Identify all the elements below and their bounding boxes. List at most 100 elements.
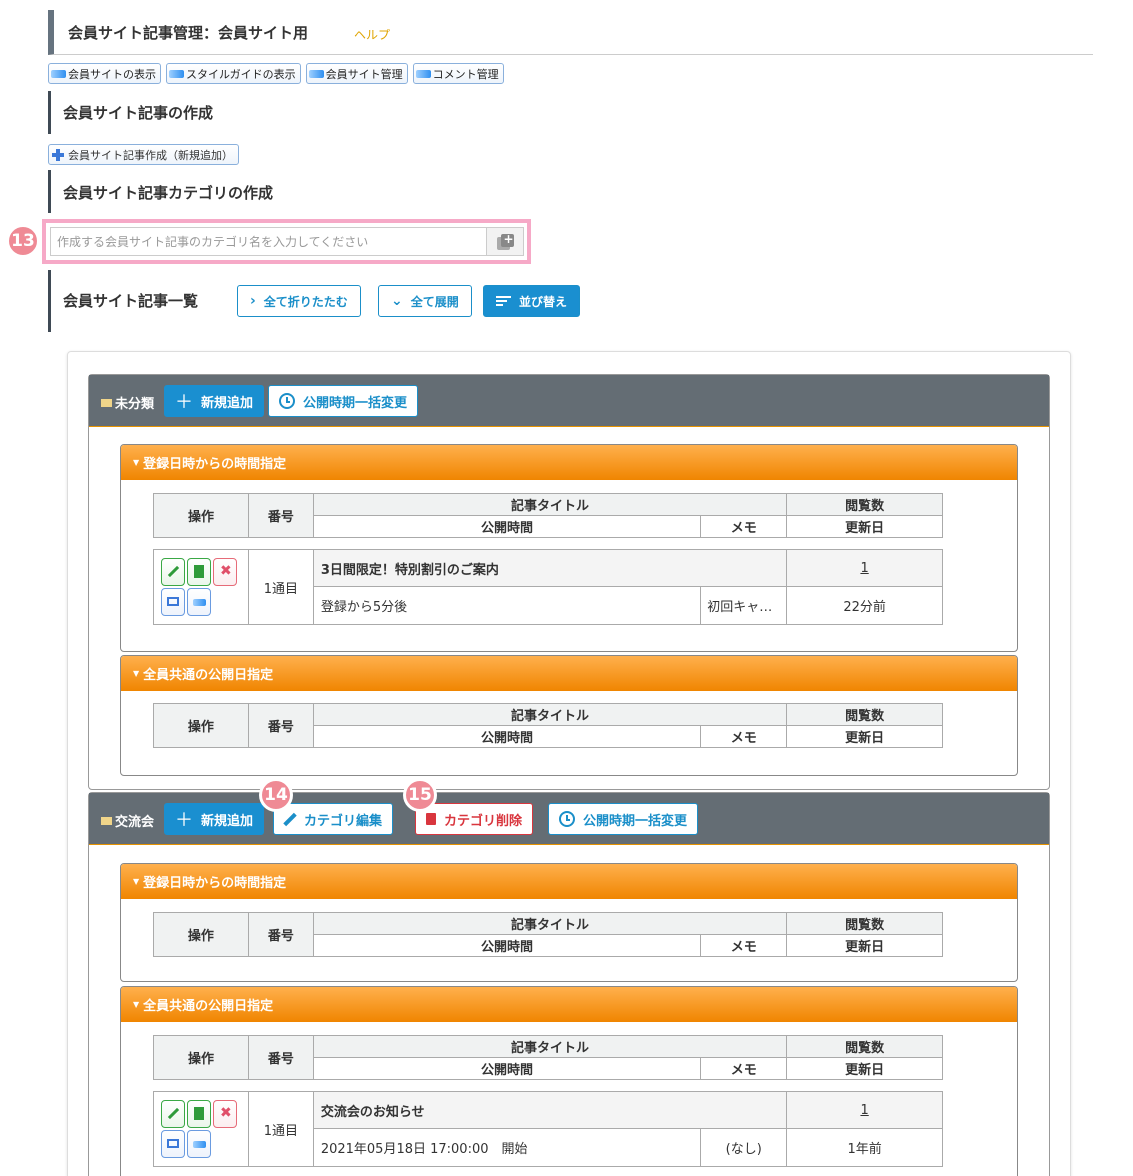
arrow-right-icon xyxy=(308,69,324,78)
article-memo: (なし) xyxy=(700,1128,788,1167)
member-site-admin-button[interactable]: 会員サイト管理 xyxy=(305,63,408,84)
button-label: 会員サイト記事作成（新規追加） xyxy=(68,148,233,162)
step-badge-14: 14 xyxy=(259,778,293,812)
article-number: 1通目 xyxy=(247,549,314,625)
plus-icon: ＋ xyxy=(175,810,193,831)
preview-article-button[interactable] xyxy=(161,588,185,616)
col-updated: 更新日 xyxy=(786,1057,943,1080)
section-title: 会員サイト記事一覧 xyxy=(63,292,199,310)
group-header[interactable]: ▼ 全員共通の公開日指定 xyxy=(121,987,1017,1022)
article-pub-time: 登録から5分後 xyxy=(312,586,702,625)
caret-down-icon: ▼ xyxy=(133,458,140,467)
arrow-right-icon xyxy=(415,69,431,78)
view-style-guide-button[interactable]: スタイルガイドの表示 xyxy=(166,63,301,84)
article-table: 操作 番号 記事タイトル 閲覧数 公開時間 メモ 更新日 xyxy=(153,703,943,748)
edit-category-button[interactable]: カテゴリ編集 xyxy=(273,803,394,835)
bulk-publish-change-button[interactable]: 公開時期一括変更 xyxy=(268,385,419,417)
view-member-site-button[interactable]: 会員サイトの表示 xyxy=(48,63,161,84)
group-common-publish-date: ▼ 全員共通の公開日指定 操作 番号 記事タイトル 閲覧数 公開時間 メモ 更新日… xyxy=(120,986,1018,1176)
help-link[interactable]: ヘルプ xyxy=(354,26,390,43)
expand-all-button[interactable]: ⌄ 全て展開 xyxy=(378,285,472,317)
col-number: 番号 xyxy=(247,912,314,957)
col-pub-time: 公開時間 xyxy=(312,934,702,957)
step-badge-13: 13 xyxy=(6,224,40,258)
button-label: 全て展開 xyxy=(410,294,459,309)
group-header[interactable]: ▼ 登録日時からの時間指定 xyxy=(121,445,1017,480)
group-header[interactable]: ▼ 登録日時からの時間指定 xyxy=(121,864,1017,899)
button-label: コメント管理 xyxy=(432,67,499,81)
edit-article-button[interactable] xyxy=(161,1100,185,1128)
group-heading: 登録日時からの時間指定 xyxy=(143,457,287,472)
new-article-button[interactable]: ＋ 新規追加 xyxy=(164,803,265,835)
close-icon: ✖ xyxy=(220,1105,232,1121)
copy-article-button[interactable] xyxy=(187,558,211,586)
page-header: 会員サイト記事管理：会員サイト用 ヘルプ xyxy=(48,10,1093,55)
monitor-icon xyxy=(167,1139,179,1148)
group-heading: 登録日時からの時間指定 xyxy=(143,876,287,891)
article-title: 3日間限定！特別割引のご案内 xyxy=(312,549,788,587)
document-icon xyxy=(194,1107,204,1120)
delete-article-button[interactable]: ✖ xyxy=(213,1100,237,1128)
category-name-input[interactable] xyxy=(50,227,486,256)
bulk-publish-change-button[interactable]: 公開時期一括変更 xyxy=(548,803,699,835)
comment-admin-button[interactable]: コメント管理 xyxy=(412,63,504,84)
group-heading: 全員共通の公開日指定 xyxy=(143,668,274,683)
delete-category-button[interactable]: カテゴリ削除 xyxy=(415,803,534,835)
group-heading: 全員共通の公開日指定 xyxy=(143,999,274,1014)
caret-down-icon: ▼ xyxy=(133,1000,140,1009)
arrow-right-icon xyxy=(51,69,66,78)
envelope-icon xyxy=(101,398,112,407)
views-link[interactable]: 1 xyxy=(860,1103,868,1118)
row-actions: ✖ xyxy=(153,1091,249,1167)
col-title: 記事タイトル xyxy=(312,1035,788,1058)
col-memo: メモ xyxy=(700,1057,788,1080)
sort-icon xyxy=(496,295,511,307)
group-header[interactable]: ▼ 全員共通の公開日指定 xyxy=(121,656,1017,691)
button-label: 新規追加 xyxy=(201,395,254,411)
article-updated: 1年前 xyxy=(786,1128,943,1167)
col-updated: 更新日 xyxy=(786,515,943,538)
clock-icon xyxy=(279,393,295,409)
delete-article-button[interactable]: ✖ xyxy=(213,558,237,586)
col-memo: メモ xyxy=(700,725,788,748)
open-article-button[interactable] xyxy=(187,1130,211,1158)
col-views: 閲覧数 xyxy=(786,493,943,516)
col-ops: 操作 xyxy=(153,1035,249,1080)
add-article-button[interactable]: 会員サイト記事作成（新規追加） xyxy=(48,144,239,165)
button-label: 会員サイト管理 xyxy=(325,67,403,81)
col-pub-time: 公開時間 xyxy=(312,1057,702,1080)
add-category-button[interactable] xyxy=(486,227,524,256)
col-pub-time: 公開時間 xyxy=(312,515,702,538)
chevron-down-icon: ⌄ xyxy=(391,293,403,309)
pencil-icon xyxy=(283,812,297,826)
section-title: 会員サイト記事の作成 xyxy=(63,104,214,122)
collapse-all-button[interactable]: › 全て折りたたむ xyxy=(237,285,361,317)
article-table: 操作 番号 記事タイトル 閲覧数 公開時間 メモ 更新日 ✖ 1通目 交流会のお… xyxy=(153,1035,943,1167)
table-row: ✖ 1通目 交流会のお知らせ 1 xyxy=(153,1091,943,1167)
envelope-icon xyxy=(101,816,112,825)
col-number: 番号 xyxy=(247,493,314,538)
views-link[interactable]: 1 xyxy=(860,561,868,576)
article-number: 1通目 xyxy=(247,1091,314,1167)
category-header: 未分類 ＋ 新規追加 公開時期一括変更 xyxy=(89,375,1049,427)
category-name: 交流会 xyxy=(101,811,154,830)
caret-down-icon: ▼ xyxy=(133,877,140,886)
edit-article-button[interactable] xyxy=(161,558,185,586)
group-time-from-registration: ▼ 登録日時からの時間指定 操作 番号 記事タイトル 閲覧数 公開時間 メモ 更新… xyxy=(120,863,1018,982)
sort-button[interactable]: 並び替え xyxy=(483,285,581,317)
copy-article-button[interactable] xyxy=(187,1100,211,1128)
preview-article-button[interactable] xyxy=(161,1130,185,1158)
arrow-right-icon xyxy=(169,69,184,78)
section-create-article: 会員サイト記事の作成 xyxy=(48,91,213,134)
button-label: カテゴリ削除 xyxy=(444,813,523,829)
clock-icon xyxy=(559,811,575,827)
monitor-icon xyxy=(167,597,179,606)
new-article-button[interactable]: ＋ 新規追加 xyxy=(164,385,265,417)
category-name: 未分類 xyxy=(101,393,154,412)
trash-icon xyxy=(426,813,436,825)
add-copy-icon xyxy=(496,232,514,250)
category-name-text: 交流会 xyxy=(115,815,155,830)
col-views: 閲覧数 xyxy=(786,912,943,935)
section-article-list: 会員サイト記事一覧 xyxy=(48,270,198,332)
open-article-button[interactable] xyxy=(187,588,211,616)
